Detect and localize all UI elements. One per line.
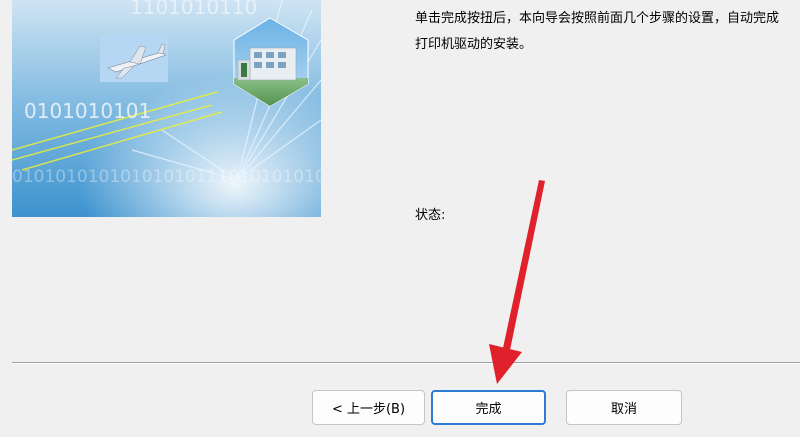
binary-text-top: 1101010110: [130, 0, 257, 19]
wizard-description-text: 单击完成按扭后，本向导会按照前面几个步骤的设置，自动完成打印机驱动的安装。: [415, 11, 780, 52]
back-button[interactable]: < 上一步(B): [312, 390, 425, 425]
airplane-icon: [100, 36, 168, 82]
arrow-shaft: [503, 180, 545, 350]
binary-text-mid: 0101010101: [24, 99, 151, 123]
arrow-head: [489, 344, 522, 384]
cancel-button[interactable]: 取消: [566, 390, 682, 425]
finish-button[interactable]: 完成: [431, 390, 546, 425]
status-label: 状态:: [415, 208, 446, 223]
button-area-divider: [12, 362, 800, 364]
binary-text-bottom: 010101010101010101110101010101: [12, 167, 321, 187]
wizard-banner-image: 1101010110 0101010101 010101010101010101…: [12, 0, 321, 217]
